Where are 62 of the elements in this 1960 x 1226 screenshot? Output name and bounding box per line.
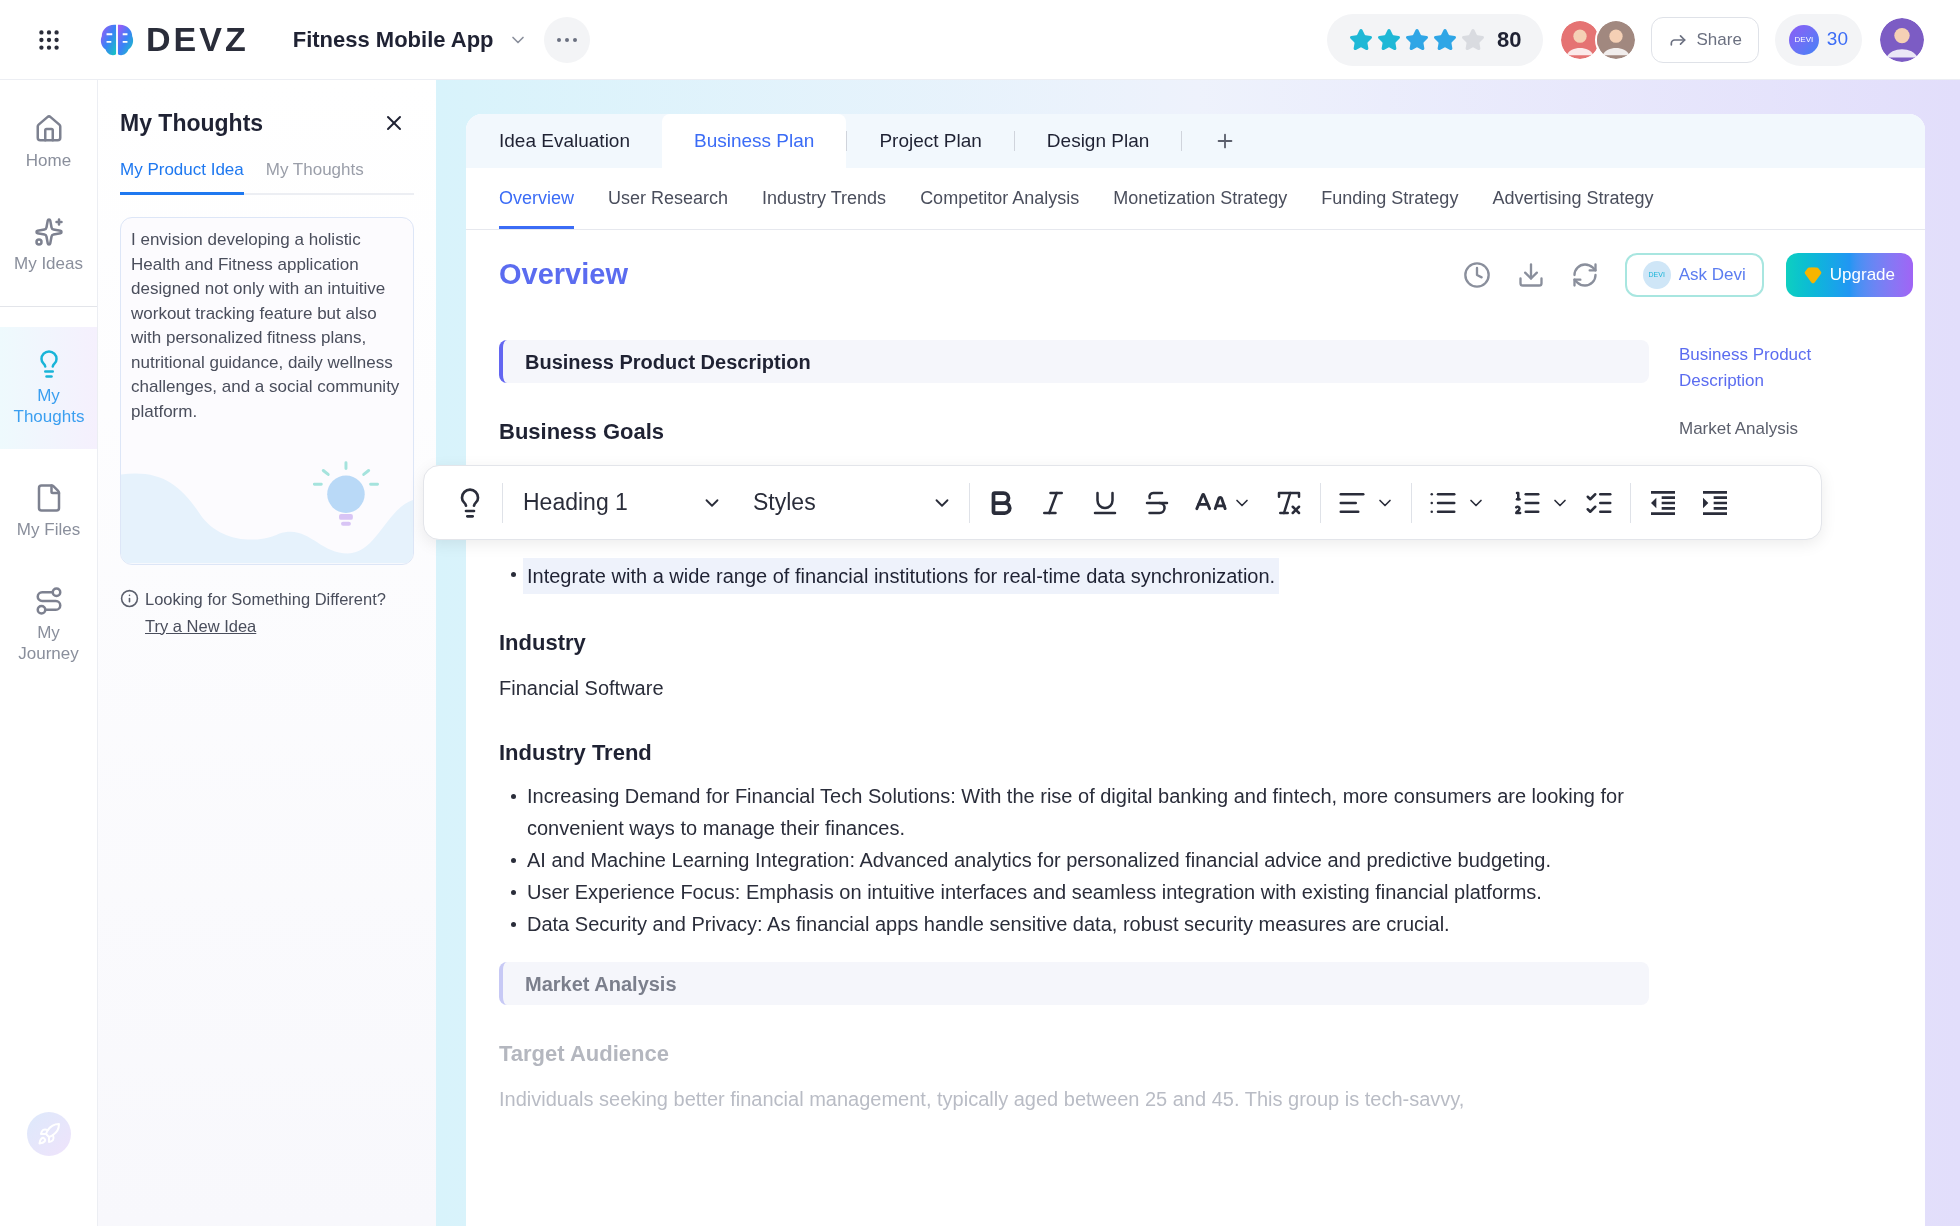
new-idea-link[interactable]: Try a New Idea <box>145 613 386 639</box>
plan-tab[interactable]: Business Plan <box>662 114 847 168</box>
download-icon[interactable] <box>1516 261 1545 289</box>
bullet-icon <box>511 794 516 799</box>
star-icon <box>1405 27 1429 52</box>
brand-name: DEVZ <box>146 19 249 60</box>
section-heading: Business Goals <box>499 418 666 446</box>
bullet-icon <box>511 858 516 863</box>
section-tab[interactable]: Monetization Strategy <box>1113 185 1288 229</box>
bullet-text: Integrate with a wide range of financial institutions for real-time data synchronization. <box>523 558 1280 594</box>
section-tab[interactable]: Overview <box>499 185 574 229</box>
hint-text: Looking for Something Different? <box>145 589 386 610</box>
bullet-icon <box>511 572 516 577</box>
bullet-icon <box>511 922 516 927</box>
toc-link[interactable]: Business Product Description <box>1679 342 1839 394</box>
share-button[interactable]: Share <box>1651 16 1759 63</box>
rating-score: 80 <box>1497 26 1522 54</box>
paragraph-text: Financial Software <box>499 676 665 701</box>
credits-badge: DEVI <box>1788 24 1819 55</box>
sparkle-star-icon <box>33 217 64 247</box>
panel-tab[interactable]: My Product Idea <box>120 156 244 195</box>
bullet-text: Increasing Demand for Financial Tech Solutions: With the rise of digital banking and fintech, more consumers are looking for convenient ways to manage their finances. <box>527 784 1625 841</box>
ellipsis-icon <box>556 37 577 42</box>
star-icon <box>1461 27 1485 52</box>
section-title: Business Product Description <box>525 349 811 375</box>
section-tab[interactable]: Advertising Strategy <box>1492 185 1654 229</box>
rocket-icon <box>36 1122 61 1146</box>
section-heading: Industry <box>499 629 587 657</box>
section-title: Market Analysis <box>525 971 677 997</box>
credits-count: 30 <box>1826 27 1848 52</box>
nav-item[interactable]: My Files <box>0 469 97 554</box>
section-heading: Industry Trend <box>499 739 653 767</box>
bullet-text: User Experience Focus: Emphasis on intuitive interfaces and seamless integration with existing financial platforms. <box>527 880 1542 905</box>
home-icon <box>33 114 64 144</box>
section-tab[interactable]: User Research <box>608 185 729 229</box>
info-icon <box>120 589 139 608</box>
plan-tab[interactable]: Project Plan <box>847 114 1014 168</box>
page-title: Overview <box>499 257 628 293</box>
bullet-text: Data Security and Privacy: As financial apps handle sensitive data, robust security measures are crucial. <box>527 912 1450 937</box>
toc-link[interactable]: Market Analysis <box>1679 416 1839 442</box>
idea-text: I envision developing a holistic Health and Fitness application designed not only with an intuitive workout tracking feature but also with personalized fitness plans, nutritional guidance, daily wellness challenges, and a social community platform. <box>130 229 401 423</box>
section-tab[interactable]: Funding Strategy <box>1321 185 1459 229</box>
gem-icon <box>1803 266 1822 284</box>
history-icon[interactable] <box>1462 261 1491 289</box>
paragraph-text: Individuals seeking better financial management, typically aged between 25 and 45. This group is tech-savvy, <box>499 1087 1466 1112</box>
bullet-icon <box>511 890 516 895</box>
user-avatar <box>1880 17 1924 62</box>
block-type-dropdown[interactable]: Heading 1 <box>523 485 723 520</box>
plan-tab[interactable]: Idea Evaluation <box>499 114 662 168</box>
star-icon <box>1377 27 1401 52</box>
plan-tab[interactable]: Design Plan <box>1014 114 1182 168</box>
panel-title: My Thoughts <box>120 109 264 138</box>
star-icon <box>1433 27 1457 52</box>
bullet-text: AI and Machine Learning Integration: Advanced analytics for personalized financial advice and predictive budgeting. <box>527 848 1551 873</box>
star-icon <box>1349 27 1373 52</box>
project-selector[interactable]: Fitness Mobile App <box>292 23 528 56</box>
avatar <box>1595 18 1638 61</box>
section-tab[interactable]: Competitor Analysis <box>920 185 1080 229</box>
refresh-icon[interactable] <box>1570 261 1599 289</box>
section-heading: Target Audience <box>499 1040 670 1068</box>
section-tab[interactable]: Industry Trends <box>762 185 887 229</box>
styles-dropdown[interactable]: Styles <box>753 485 953 520</box>
